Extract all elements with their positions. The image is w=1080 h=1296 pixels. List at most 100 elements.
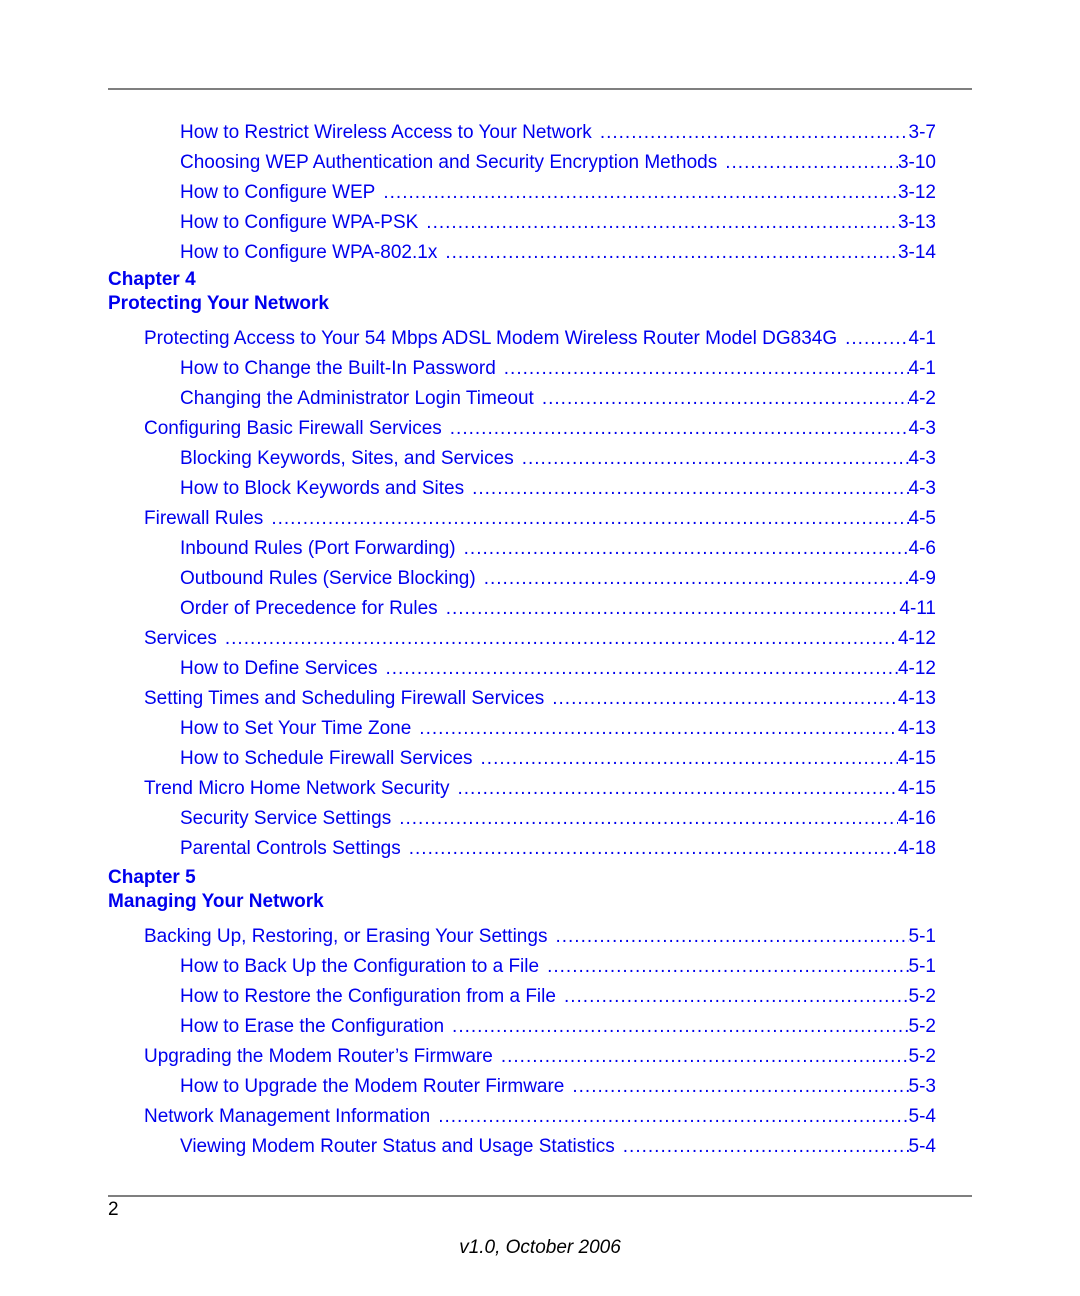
toc-entry[interactable]: Outbound Rules (Service Blocking) 4-9 [108,564,936,594]
toc-entry[interactable]: Protecting Access to Your 54 Mbps ADSL M… [108,324,936,354]
toc-entry-title: How to Configure WPA-802.1x [180,242,438,263]
toc-entry[interactable]: Choosing WEP Authentication and Security… [108,148,936,178]
toc-entry[interactable]: Trend Micro Home Network Security 4-15 [108,774,936,804]
toc-entry-title: Configuring Basic Firewall Services [144,418,442,439]
toc-entry[interactable]: How to Set Your Time Zone 4-13 [108,714,936,744]
toc-entry-title: Order of Precedence for Rules [180,598,438,619]
dot-leader [446,594,900,624]
dot-leader [542,384,909,414]
dot-leader [457,774,897,804]
toc-entry-title: Network Management Information [144,1106,431,1127]
toc-entry[interactable]: How to Erase the Configuration 5-2 [108,1012,936,1042]
dot-leader [501,1042,909,1072]
toc-entry-title: Parental Controls Settings [180,838,401,859]
toc-entry-title: Protecting Access to Your 54 Mbps ADSL M… [144,328,838,349]
toc-entry-title: Firewall Rules [144,508,264,529]
dot-leader [725,148,898,178]
toc-entry-page: 5-1 [908,956,936,977]
header-rule [108,88,972,90]
toc-entry-title: Choosing WEP Authentication and Security… [180,152,718,173]
dot-leader [452,1012,908,1042]
toc-entry[interactable]: Parental Controls Settings 4-18 [108,834,936,864]
toc-entry-page: 5-2 [908,1046,936,1067]
toc-entry-page: 4-15 [897,778,936,799]
toc-entry[interactable]: How to Configure WPA-802.1x 3-14 [108,238,936,268]
version-footer: v1.0, October 2006 [459,1237,621,1258]
dot-leader [555,922,908,952]
toc-entry[interactable]: How to Change the Built-In Password 4-1 [108,354,936,384]
toc-entry[interactable]: Blocking Keywords, Sites, and Services 4-… [108,444,936,474]
toc-entry[interactable]: Firewall Rules 4-5 [108,504,936,534]
toc-group-chapter5: Backing Up, Restoring, or Erasing Your S… [108,922,936,1162]
page-number: 2 [108,1199,119,1220]
toc-entry[interactable]: Order of Precedence for Rules 4-11 [108,594,936,624]
toc-entry-page: 3-10 [897,152,936,173]
toc-entry-title: How to Define Services [180,658,378,679]
chapter-heading-4[interactable]: Chapter 4 Protecting Your Network [108,268,936,316]
toc-group-chapter4: Protecting Access to Your 54 Mbps ADSL M… [108,324,936,864]
toc-entry[interactable]: Viewing Modem Router Status and Usage St… [108,1132,936,1162]
dot-leader [623,1132,909,1162]
toc-entry-page: 5-1 [908,926,936,947]
toc-entry[interactable]: Upgrading the Modem Router’s Firmware 5-2 [108,1042,936,1072]
toc-entry[interactable]: Backing Up, Restoring, or Erasing Your S… [108,922,936,952]
dot-leader [419,714,898,744]
toc-entry[interactable]: How to Configure WEP 3-12 [108,178,936,208]
toc-entry-page: 4-9 [908,568,936,589]
chapter-title: Protecting Your Network [108,293,329,314]
toc-entry[interactable]: How to Restrict Wireless Access to Your … [108,118,936,148]
toc-entry-page: 4-16 [897,808,936,829]
dot-leader [572,1072,908,1102]
toc-entry-page: 3-13 [897,212,936,233]
toc-entry-page: 4-1 [908,358,936,379]
toc-entry-title: How to Restore the Configuration from a … [180,986,556,1007]
toc-entry-title: How to Block Keywords and Sites [180,478,465,499]
toc-entry[interactable]: How to Configure WPA-PSK 3-13 [108,208,936,238]
dot-leader [464,534,909,564]
toc-entry-title: How to Change the Built-In Password [180,358,496,379]
toc-entry-page: 3-7 [908,122,936,143]
toc-entry[interactable]: How to Define Services 4-12 [108,654,936,684]
dot-leader [271,504,908,534]
toc-entry[interactable]: Services 4-12 [108,624,936,654]
toc-entry-title: Setting Times and Scheduling Firewall Se… [144,688,545,709]
toc-entry[interactable]: Setting Times and Scheduling Firewall Se… [108,684,936,714]
toc-entry-page: 3-14 [897,242,936,263]
dot-leader [385,654,898,684]
toc-entry[interactable]: How to Back Up the Configuration to a Fi… [108,952,936,982]
dot-leader [547,952,908,982]
toc-entry-title: Outbound Rules (Service Blocking) [180,568,476,589]
dot-leader [450,414,909,444]
toc-entry[interactable]: Network Management Information 5-4 [108,1102,936,1132]
toc-entry-title: How to Configure WEP [180,182,376,203]
toc-entry[interactable]: Inbound Rules (Port Forwarding) 4-6 [108,534,936,564]
toc-entry-title: How to Set Your Time Zone [180,718,412,739]
toc-entry-page: 5-4 [908,1106,936,1127]
toc-entry[interactable]: How to Restore the Configuration from a … [108,982,936,1012]
toc-entry-title: Services [144,628,217,649]
toc-entry-title: How to Upgrade the Modem Router Firmware [180,1076,565,1097]
toc-entry-page: 4-12 [897,628,936,649]
toc-entry-page: 4-15 [897,748,936,769]
toc-entry-page: 5-2 [908,1016,936,1037]
toc-entry[interactable]: How to Upgrade the Modem Router Firmware… [108,1072,936,1102]
toc-entry[interactable]: How to Schedule Firewall Services 4-15 [108,744,936,774]
toc-entry[interactable]: How to Block Keywords and Sites 4-3 [108,474,936,504]
toc-entry-page: 4-6 [908,538,936,559]
toc-entry-title: Changing the Administrator Login Timeout [180,388,534,409]
dot-leader [383,178,898,208]
toc-entry-title: How to Back Up the Configuration to a Fi… [180,956,540,977]
toc-entry-page: 4-5 [908,508,936,529]
toc-entry[interactable]: Configuring Basic Firewall Services 4-3 [108,414,936,444]
chapter-number: Chapter 5 [108,867,196,888]
toc-entry-page: 3-12 [897,182,936,203]
chapter-heading-5[interactable]: Chapter 5 Managing Your Network [108,866,936,914]
dot-leader [600,118,909,148]
dot-leader [481,744,898,774]
dot-leader [426,208,898,238]
toc-entry[interactable]: Security Service Settings 4-16 [108,804,936,834]
toc-entry[interactable]: Changing the Administrator Login Timeout… [108,384,936,414]
dot-leader [472,474,908,504]
table-of-contents: How to Restrict Wireless Access to Your … [108,118,936,1162]
toc-entry-title: Blocking Keywords, Sites, and Services [180,448,514,469]
